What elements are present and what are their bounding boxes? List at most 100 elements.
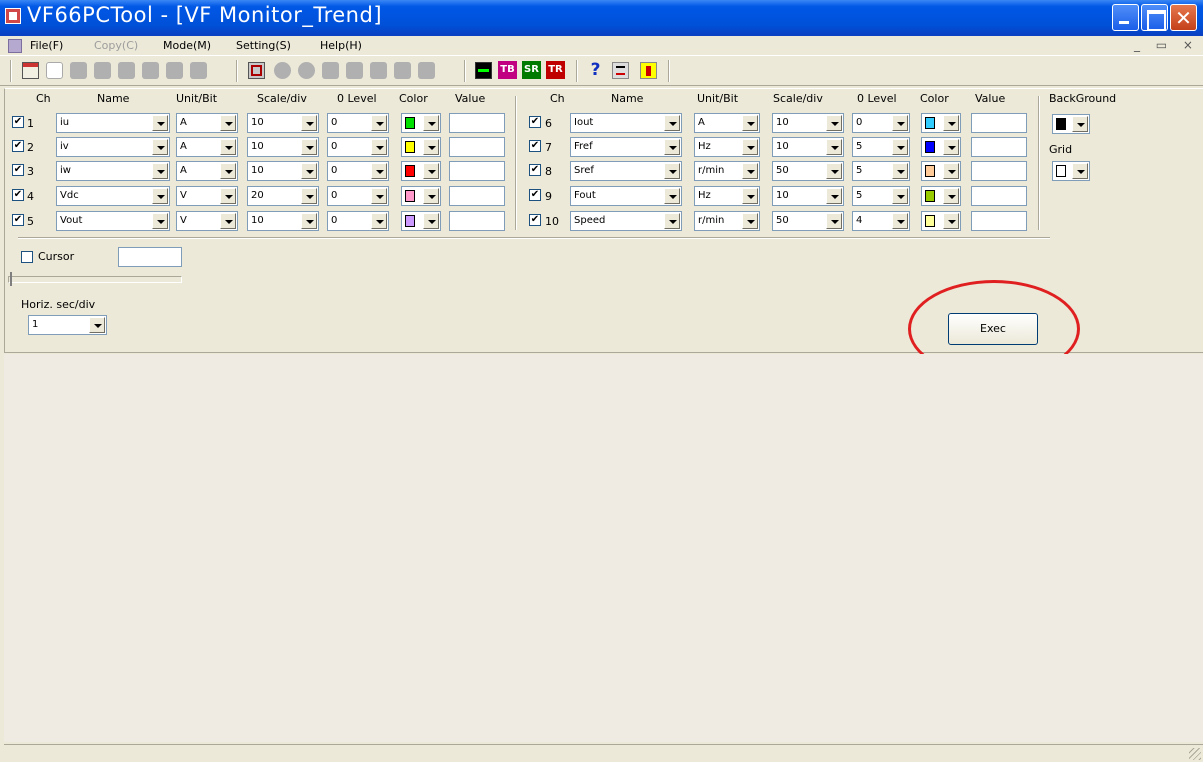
channel-value-field[interactable]	[449, 211, 505, 231]
monitor-icon[interactable]	[475, 62, 492, 79]
channel-color-select[interactable]	[921, 137, 961, 157]
channel-zero-level-select[interactable]: 5	[852, 137, 910, 157]
channel-name-select[interactable]: Fout	[570, 186, 682, 206]
menu-help[interactable]: Help(H)	[320, 39, 362, 52]
channel-unit-select[interactable]: r/min	[694, 211, 760, 231]
channel-color-select[interactable]	[401, 186, 441, 206]
channel-value-field[interactable]	[449, 161, 505, 181]
channel-unit-select[interactable]: r/min	[694, 161, 760, 181]
channel-name-select[interactable]: Speed	[570, 211, 682, 231]
channel-color-select[interactable]	[401, 211, 441, 231]
channel-color-select[interactable]	[921, 186, 961, 206]
app-icon[interactable]	[5, 8, 21, 24]
channel-zero-level-select[interactable]: 5	[852, 161, 910, 181]
channel-color-select[interactable]	[401, 113, 441, 133]
channel-checkbox[interactable]: ✔	[529, 164, 541, 176]
print-icon[interactable]	[94, 62, 111, 79]
channel-color-select[interactable]	[921, 161, 961, 181]
tb-icon[interactable]: TB	[498, 61, 517, 79]
channel-value-field[interactable]	[449, 137, 505, 157]
export-icon[interactable]	[418, 62, 435, 79]
channel-scale-select[interactable]: 10	[772, 113, 844, 133]
zoom-in-icon[interactable]	[274, 62, 291, 79]
cursor-value-field[interactable]	[118, 247, 182, 267]
move-icon[interactable]	[322, 62, 339, 79]
copy-icon[interactable]	[166, 62, 183, 79]
channel-zero-level-select[interactable]: 5	[852, 186, 910, 206]
minimize-button[interactable]	[1112, 4, 1139, 31]
cursor-slider-thumb[interactable]	[10, 272, 12, 286]
channel-checkbox[interactable]: ✔	[12, 189, 24, 201]
channel-unit-select[interactable]: A	[176, 161, 238, 181]
channel-unit-select[interactable]: Hz	[694, 186, 760, 206]
menu-copy[interactable]: Copy(C)	[94, 39, 138, 52]
stop-icon[interactable]	[394, 62, 411, 79]
channel-name-select[interactable]: Fref	[570, 137, 682, 157]
channel-scale-select[interactable]: 10	[247, 211, 319, 231]
channel-color-select[interactable]	[401, 137, 441, 157]
channel-scale-select[interactable]: 10	[247, 161, 319, 181]
channel-zero-level-select[interactable]: 0	[852, 113, 910, 133]
close-button[interactable]: ✕	[1170, 4, 1197, 31]
channel-zero-level-select[interactable]: 0	[327, 186, 389, 206]
channel-value-field[interactable]	[449, 113, 505, 133]
channel-checkbox[interactable]: ✔	[529, 214, 541, 226]
channel-zero-level-select[interactable]: 0	[327, 113, 389, 133]
channel-checkbox[interactable]: ✔	[529, 140, 541, 152]
calendar-icon[interactable]	[22, 62, 39, 79]
mdi-window-controls[interactable]: _ ▭ ×	[1134, 38, 1199, 52]
channel-name-select[interactable]: Vdc	[56, 186, 170, 206]
channel-scale-select[interactable]: 20	[247, 186, 319, 206]
cursor-slider-track[interactable]	[8, 276, 182, 283]
channel-unit-select[interactable]: A	[176, 137, 238, 157]
paste-icon[interactable]	[190, 62, 207, 79]
background-color-select[interactable]	[1052, 114, 1090, 134]
channel-scale-select[interactable]: 50	[772, 211, 844, 231]
sr-icon[interactable]: SR	[522, 61, 541, 79]
tr-icon[interactable]: TR	[546, 61, 565, 79]
channel-unit-select[interactable]: V	[176, 211, 238, 231]
channel-color-select[interactable]	[401, 161, 441, 181]
channel-value-field[interactable]	[971, 113, 1027, 133]
new-file-icon[interactable]	[46, 62, 63, 79]
channel-name-select[interactable]: iw	[56, 161, 170, 181]
channel-unit-select[interactable]: V	[176, 186, 238, 206]
channel-scale-select[interactable]: 10	[772, 137, 844, 157]
channel-checkbox[interactable]: ✔	[12, 116, 24, 128]
channel-zero-level-select[interactable]: 0	[327, 211, 389, 231]
resize-grip-icon[interactable]	[1189, 748, 1201, 760]
channel-checkbox[interactable]: ✔	[529, 189, 541, 201]
channel-color-select[interactable]	[921, 211, 961, 231]
channel-name-select[interactable]: Sref	[570, 161, 682, 181]
channel-unit-select[interactable]: A	[176, 113, 238, 133]
channel-zero-level-select[interactable]: 4	[852, 211, 910, 231]
print-preview-icon[interactable]	[370, 62, 387, 79]
channel-name-select[interactable]: iu	[56, 113, 170, 133]
channel-zero-level-select[interactable]: 0	[327, 137, 389, 157]
record-icon[interactable]	[346, 62, 363, 79]
channel-scale-select[interactable]: 10	[772, 186, 844, 206]
menu-file[interactable]: File(F)	[30, 39, 63, 52]
help-icon[interactable]: ?	[586, 61, 605, 79]
channel-name-select[interactable]: Vout	[56, 211, 170, 231]
channel-value-field[interactable]	[971, 211, 1027, 231]
menu-setting[interactable]: Setting(S)	[236, 39, 291, 52]
cursor-checkbox[interactable]	[21, 251, 33, 263]
channel-name-select[interactable]: Iout	[570, 113, 682, 133]
channel-checkbox[interactable]: ✔	[12, 214, 24, 226]
cut-icon[interactable]	[142, 62, 159, 79]
grid-icon[interactable]	[248, 62, 265, 79]
channel-checkbox[interactable]: ✔	[12, 140, 24, 152]
maximize-button[interactable]	[1141, 4, 1168, 31]
channel-scale-select[interactable]: 50	[772, 161, 844, 181]
channel-checkbox[interactable]: ✔	[12, 164, 24, 176]
save-icon[interactable]	[118, 62, 135, 79]
grid-color-select[interactable]	[1052, 161, 1090, 181]
channel-checkbox[interactable]: ✔	[529, 116, 541, 128]
channel-value-field[interactable]	[971, 186, 1027, 206]
channel-unit-select[interactable]: A	[694, 113, 760, 133]
channel-color-select[interactable]	[921, 113, 961, 133]
menu-mode[interactable]: Mode(M)	[163, 39, 211, 52]
document-icon[interactable]	[8, 39, 22, 53]
channel-scale-select[interactable]: 10	[247, 113, 319, 133]
